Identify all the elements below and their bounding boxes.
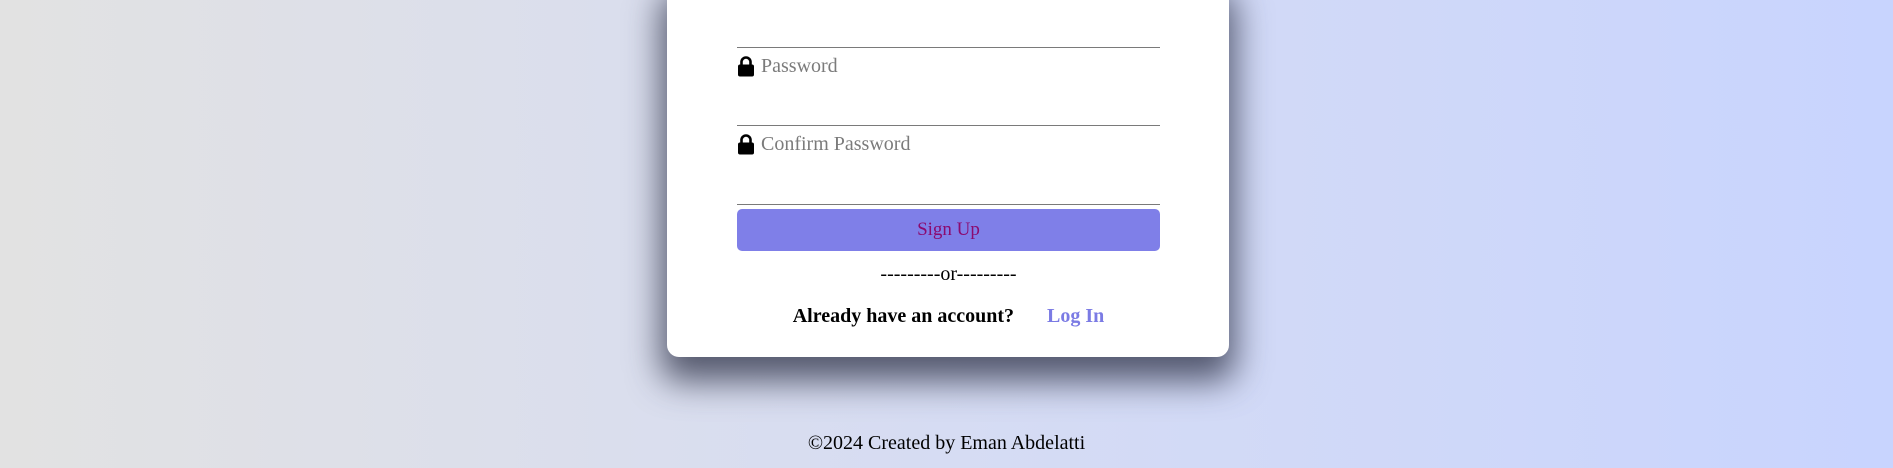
lock-icon — [737, 55, 755, 77]
login-prompt: Already have an account? Log In — [737, 305, 1160, 328]
confirm-password-field-underline — [737, 204, 1160, 205]
confirm-password-input[interactable] — [761, 132, 1141, 156]
footer-credit: ©2024 Created by Eman Abdelatti — [807, 432, 1086, 454]
password-field[interactable] — [737, 54, 1160, 78]
lock-icon — [737, 133, 755, 155]
or-divider: ---------or--------- — [880, 263, 1017, 285]
signup-button[interactable]: Sign Up — [737, 209, 1160, 251]
login-link[interactable]: Log In — [1047, 305, 1104, 327]
password-field-underline — [737, 125, 1160, 126]
username-field-underline — [737, 47, 1160, 48]
confirm-password-field[interactable] — [737, 132, 1160, 156]
account-question: Already have an account? — [792, 305, 1015, 327]
password-input[interactable] — [761, 54, 1141, 78]
